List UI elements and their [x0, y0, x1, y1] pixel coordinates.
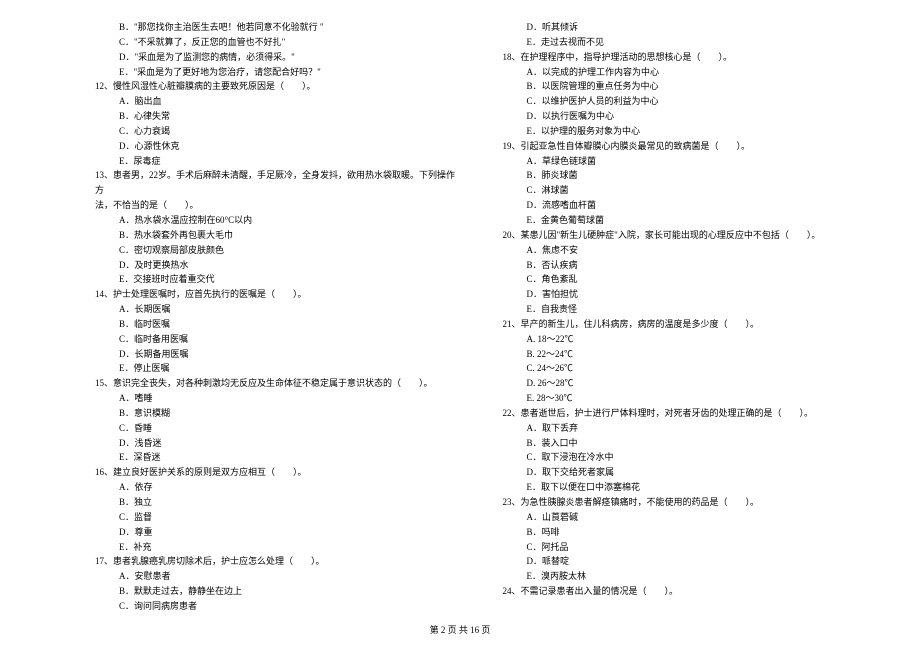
- option-text: C. 24～26℃: [503, 361, 871, 376]
- page-footer: 第 2 页 共 16 页: [0, 623, 920, 636]
- question-text: 22、患者逝世后，护士进行尸体料理时，对死者牙齿的处理正确的是（ ）。: [503, 406, 871, 421]
- option-text: E．补充: [95, 540, 463, 555]
- option-text: C．密切观察局部皮肤颜色: [95, 243, 463, 258]
- option-text: 法，不恰当的是（ ）。: [95, 198, 463, 213]
- option-text: E．溴丙胺太林: [503, 569, 871, 584]
- option-text: B．心律失常: [95, 109, 463, 124]
- option-text: C．昏睡: [95, 421, 463, 436]
- option-text: A．焦虑不安: [503, 243, 871, 258]
- option-text: D. 26～28℃: [503, 376, 871, 391]
- option-text: A．嗜睡: [95, 391, 463, 406]
- option-text: E．自我责怪: [503, 302, 871, 317]
- question-text: 15、意识完全丧失，对各种刺激均无反应及生命体征不稳定属于意识状态的（ ）。: [95, 376, 463, 391]
- question-text: 16、建立良好医护关系的原则是双方应相互（ ）。: [95, 465, 463, 480]
- option-text: B．意识模糊: [95, 406, 463, 421]
- option-text: B．肺炎球菌: [503, 168, 871, 183]
- question-text: 18、在护理程序中，指导护理活动的思想核心是（ ）。: [503, 50, 871, 65]
- option-text: E．以护理的服务对象为中心: [503, 124, 871, 139]
- option-text: C．心力衰竭: [95, 124, 463, 139]
- question-text: 19、引起亚急性自体瓣膜心内膜炎最常见的致病菌是（ ）。: [503, 139, 871, 154]
- option-text: E．走过去视而不见: [503, 35, 871, 50]
- option-text: A．依存: [95, 480, 463, 495]
- option-text: E．尿毒症: [95, 154, 463, 169]
- option-text: D．浅昏迷: [95, 436, 463, 451]
- question-text: 20、某患儿因"新生儿硬肿症"入院，家长可能出现的心理反应中不包括（ ）。: [503, 228, 871, 243]
- option-text: B．临时医嘱: [95, 317, 463, 332]
- option-text: D．及时更换热水: [95, 258, 463, 273]
- option-text: E．金黄色葡萄球菌: [503, 213, 871, 228]
- option-text: C．询问同病房患者: [95, 599, 463, 614]
- option-text: D．心源性休克: [95, 139, 463, 154]
- option-text: B. 22～24℃: [503, 347, 871, 362]
- option-text: D．哌替啶: [503, 554, 871, 569]
- option-text: C．监督: [95, 510, 463, 525]
- question-text: 14、护士处理医嘱时，应首先执行的医嘱是（ ）。: [95, 287, 463, 302]
- page-container: B．"那您找你主治医生去吧！他若同意不化验就行 "C．"不采就算了，反正您的血管…: [0, 0, 920, 624]
- option-text: A．山莨菪碱: [503, 510, 871, 525]
- right-column: D．听其倾诉E．走过去视而不见18、在护理程序中，指导护理活动的思想核心是（ ）…: [503, 20, 871, 614]
- option-text: B．默默走过去，静静坐在边上: [95, 584, 463, 599]
- option-text: B．独立: [95, 495, 463, 510]
- option-text: C．临时备用医嘱: [95, 332, 463, 347]
- option-text: B．热水袋套外再包裹大毛巾: [95, 228, 463, 243]
- option-text: B．以医院管理的重点任务为中心: [503, 79, 871, 94]
- option-text: D．听其倾诉: [503, 20, 871, 35]
- left-column: B．"那您找你主治医生去吧！他若同意不化验就行 "C．"不采就算了，反正您的血管…: [95, 20, 463, 614]
- option-text: E. 28～30℃: [503, 391, 871, 406]
- option-text: A．草绿色链球菌: [503, 154, 871, 169]
- option-text: C．以维护医护人员的利益为中心: [503, 94, 871, 109]
- question-text: 24、不需记录患者出入量的情况是（ ）。: [503, 584, 871, 599]
- option-text: A．热水袋水温应控制在60°C以内: [95, 213, 463, 228]
- question-text: 12、慢性风湿性心脏瓣膜病的主要致死原因是（ ）。: [95, 79, 463, 94]
- option-text: E．取下以便在口中添塞棉花: [503, 480, 871, 495]
- option-text: A．取下丢弃: [503, 421, 871, 436]
- option-text: A．安慰患者: [95, 569, 463, 584]
- option-text: D．长期备用医嘱: [95, 347, 463, 362]
- option-text: E．停止医嘱: [95, 361, 463, 376]
- option-text: B．装入口中: [503, 436, 871, 451]
- option-text: C．角色紊乱: [503, 272, 871, 287]
- option-text: A．长期医嘱: [95, 302, 463, 317]
- option-text: A．以完成的护理工作内容为中心: [503, 65, 871, 80]
- option-text: B．否认疾病: [503, 258, 871, 273]
- option-text: C．取下浸泡在冷水中: [503, 450, 871, 465]
- option-text: C．"不采就算了，反正您的血管也不好扎": [95, 35, 463, 50]
- option-text: D．以执行医嘱为中心: [503, 109, 871, 124]
- option-text: B．"那您找你主治医生去吧！他若同意不化验就行 ": [95, 20, 463, 35]
- question-text: 13、患者男，22岁。手术后麻醉未清醒，手足厥冷，全身发抖，欲用热水袋取暖。下列…: [95, 168, 463, 198]
- option-text: D．取下交给死者家属: [503, 465, 871, 480]
- option-text: E．交接班时应着重交代: [95, 272, 463, 287]
- question-text: 21、早产的新生儿，住儿科病房，病房的温度是多少度（ ）。: [503, 317, 871, 332]
- option-text: E．"采血是为了更好地为您治疗，请您配合好吗？": [95, 65, 463, 80]
- option-text: A．脑出血: [95, 94, 463, 109]
- option-text: D．尊重: [95, 525, 463, 540]
- option-text: D．流感嗜血杆菌: [503, 198, 871, 213]
- option-text: C．淋球菌: [503, 183, 871, 198]
- option-text: B．吗啡: [503, 525, 871, 540]
- question-text: 17、患者乳腺癌乳房切除术后，护士应怎么处理（ ）。: [95, 554, 463, 569]
- question-text: 23、为急性胰腺炎患者解痉镇痛时，不能使用的药品是（ ）。: [503, 495, 871, 510]
- option-text: A. 18～22℃: [503, 332, 871, 347]
- option-text: C．阿托品: [503, 540, 871, 555]
- option-text: D．害怕担忧: [503, 287, 871, 302]
- option-text: E．深昏迷: [95, 450, 463, 465]
- option-text: D．"采血是为了监测您的病情，必须得采。": [95, 50, 463, 65]
